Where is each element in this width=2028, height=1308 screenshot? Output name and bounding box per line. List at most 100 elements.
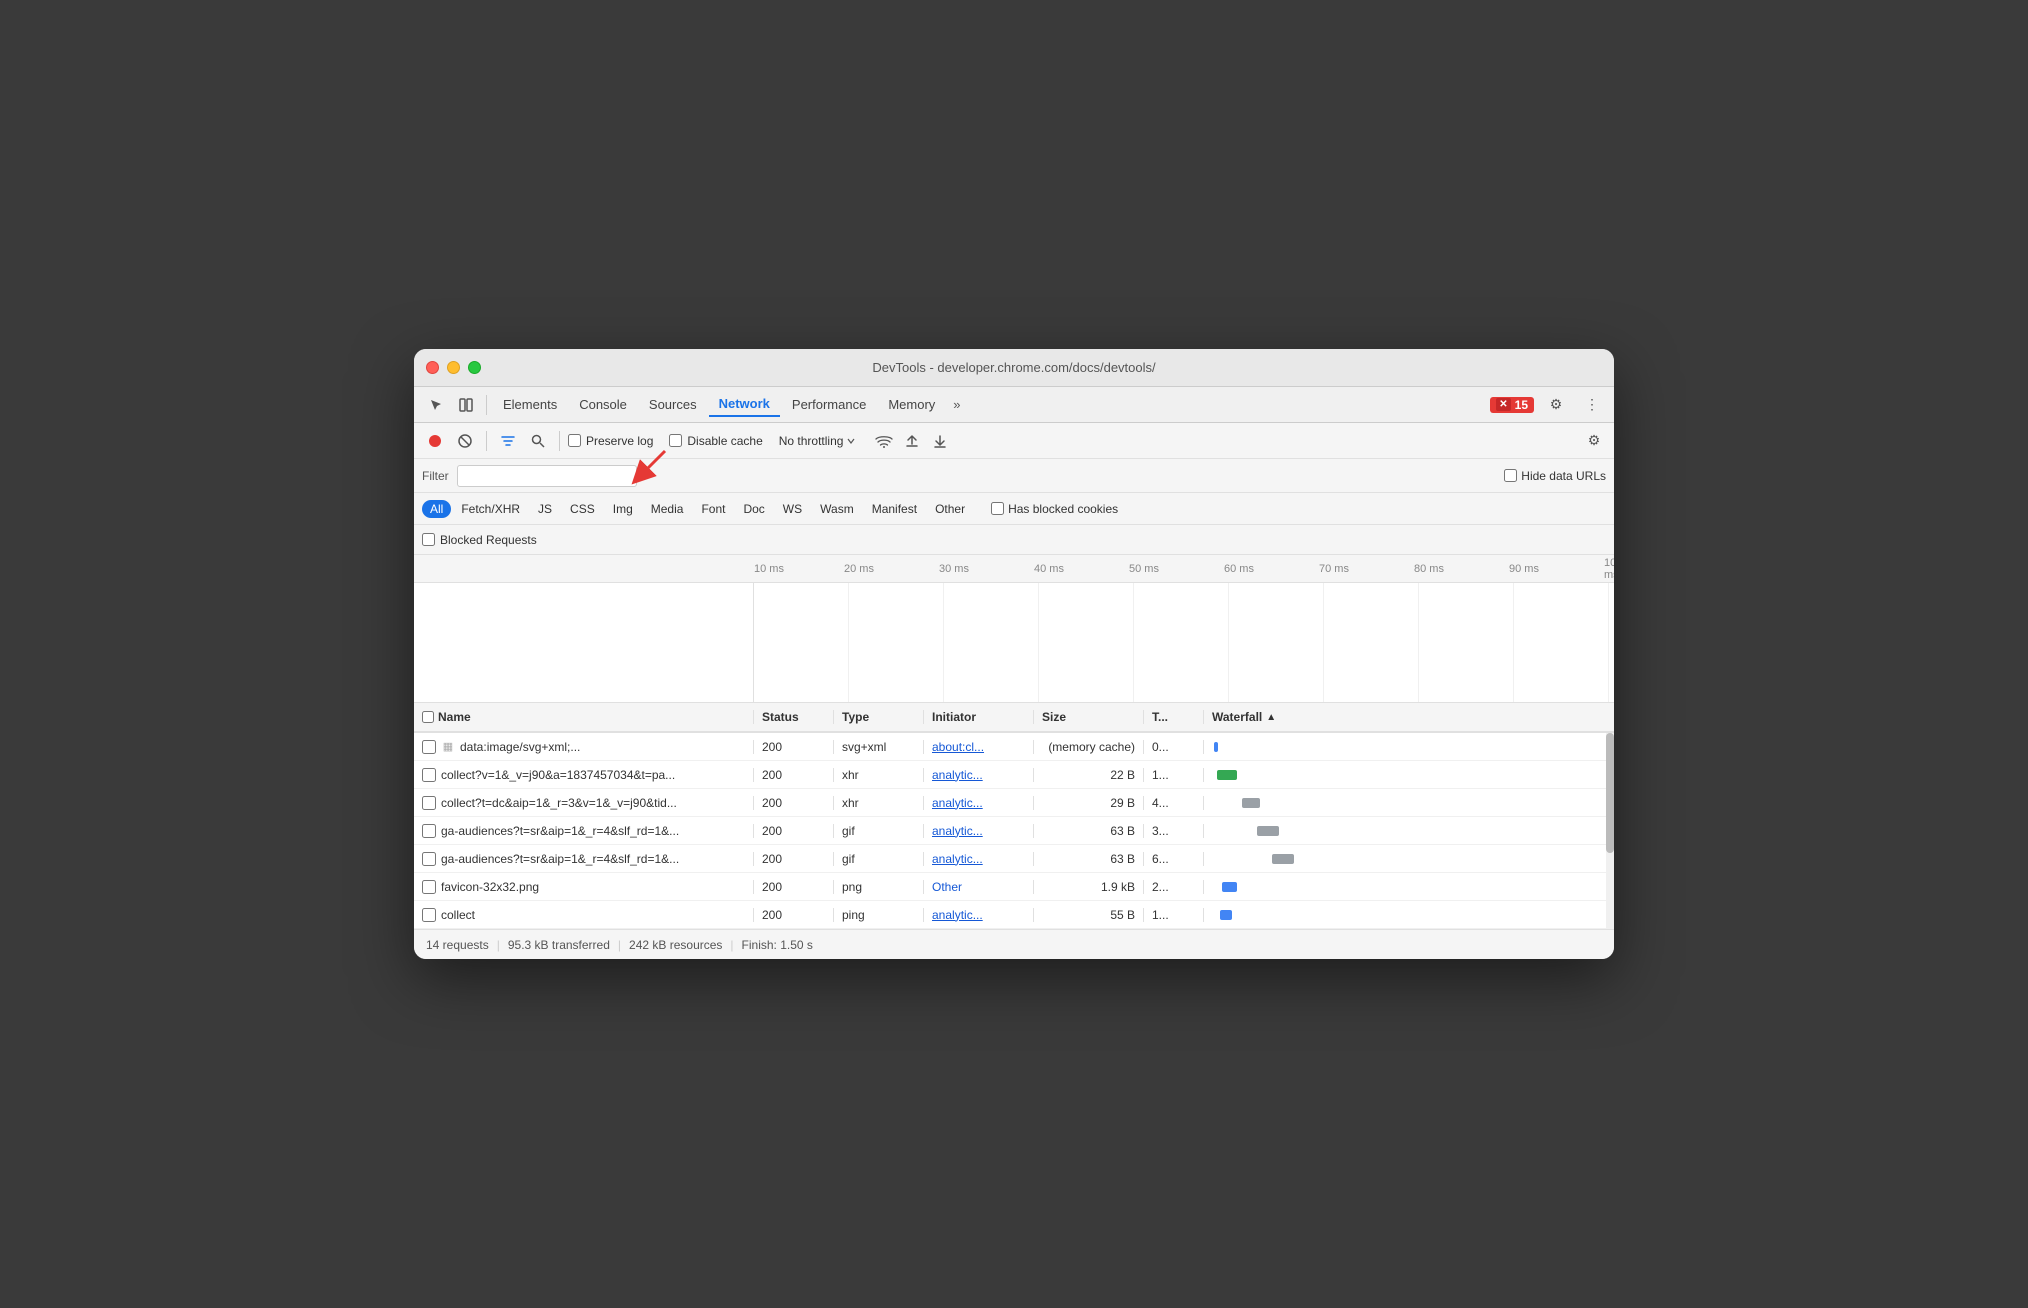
col-header-status[interactable]: Status [754, 710, 834, 724]
cell-size-3: 63 B [1034, 824, 1144, 838]
tick-30ms: 30 ms [939, 563, 969, 575]
hide-data-urls-checkbox[interactable]: Hide data URLs [1504, 469, 1606, 483]
col-header-initiator[interactable]: Initiator [924, 710, 1034, 724]
filter-icon[interactable] [495, 428, 521, 454]
tab-memory[interactable]: Memory [878, 393, 945, 416]
grid-line-8 [1513, 583, 1514, 702]
type-btn-all[interactable]: All [422, 500, 451, 518]
type-btn-media[interactable]: Media [643, 500, 692, 518]
cell-initiator-0[interactable]: about:cl... [924, 740, 1034, 754]
clear-button[interactable] [452, 428, 478, 454]
hide-data-urls-input[interactable] [1504, 469, 1517, 482]
timeline-header: 10 ms 20 ms 30 ms 40 ms 50 ms 60 ms 70 m… [414, 555, 1614, 583]
tick-90ms: 90 ms [1509, 563, 1539, 575]
table-row[interactable]: ga-audiences?t=sr&aip=1&_r=4&slf_rd=1&..… [414, 817, 1614, 845]
more-options-icon[interactable]: ⋮ [1578, 391, 1606, 419]
table-row[interactable]: collect?v=1&_v=j90&a=1837457034&t=pa... … [414, 761, 1614, 789]
row-checkbox-3[interactable] [422, 824, 436, 838]
statusbar: 14 requests | 95.3 kB transferred | 242 … [414, 929, 1614, 959]
cursor-icon[interactable] [422, 391, 450, 419]
row-checkbox-6[interactable] [422, 908, 436, 922]
initiator-link-1[interactable]: analytic... [932, 768, 983, 782]
table-row[interactable]: ▦ data:image/svg+xml;... 200 svg+xml abo… [414, 733, 1614, 761]
cell-initiator-4[interactable]: analytic... [924, 852, 1034, 866]
filter-input-container[interactable] [457, 465, 637, 487]
download-icon[interactable] [928, 429, 952, 453]
row-checkbox-5[interactable] [422, 880, 436, 894]
cell-waterfall-1 [1204, 770, 1614, 780]
statusbar-sep-3: | [730, 938, 733, 952]
cell-size-1: 22 B [1034, 768, 1144, 782]
close-button[interactable] [426, 361, 439, 374]
maximize-button[interactable] [468, 361, 481, 374]
cell-initiator-1[interactable]: analytic... [924, 768, 1034, 782]
table-row[interactable]: favicon-32x32.png 200 png Other 1.9 kB 2… [414, 873, 1614, 901]
select-all-checkbox[interactable] [422, 711, 434, 723]
initiator-link-2[interactable]: analytic... [932, 796, 983, 810]
row-checkbox-4[interactable] [422, 852, 436, 866]
initiator-link-0[interactable]: about:cl... [932, 740, 984, 754]
col-header-size[interactable]: Size [1034, 710, 1144, 724]
type-btn-wasm[interactable]: Wasm [812, 500, 862, 518]
type-btn-css[interactable]: CSS [562, 500, 603, 518]
settings-icon[interactable]: ⚙ [1542, 391, 1570, 419]
row-name-1: collect?v=1&_v=j90&a=1837457034&t=pa... [441, 768, 675, 782]
blocked-requests-bar: Blocked Requests [414, 525, 1614, 555]
type-btn-manifest[interactable]: Manifest [864, 500, 925, 518]
col-header-waterfall[interactable]: Waterfall ▲ [1204, 710, 1614, 724]
initiator-link-3[interactable]: analytic... [932, 824, 983, 838]
scrollbar-thumb[interactable] [1606, 733, 1614, 853]
cell-initiator-3[interactable]: analytic... [924, 824, 1034, 838]
tab-performance[interactable]: Performance [782, 393, 876, 416]
table-row[interactable]: collect 200 ping analytic... 55 B 1... [414, 901, 1614, 929]
cell-initiator-2[interactable]: analytic... [924, 796, 1034, 810]
blocked-requests-input[interactable] [422, 533, 435, 546]
col-header-type[interactable]: Type [834, 710, 924, 724]
col-header-time[interactable]: T... [1144, 710, 1204, 724]
dock-icon[interactable] [452, 391, 480, 419]
has-blocked-cookies-input[interactable] [991, 502, 1004, 515]
type-btn-js[interactable]: JS [530, 500, 560, 518]
upload-icon[interactable] [900, 429, 924, 453]
type-btn-other[interactable]: Other [927, 500, 973, 518]
search-icon[interactable] [525, 428, 551, 454]
row-checkbox-2[interactable] [422, 796, 436, 810]
grid-line-2 [943, 583, 944, 702]
initiator-link-6[interactable]: analytic... [932, 908, 983, 922]
record-button[interactable] [422, 428, 448, 454]
network-settings-icon[interactable]: ⚙ [1582, 429, 1606, 453]
tab-more[interactable]: » [947, 393, 966, 416]
row-checkbox-0[interactable] [422, 740, 436, 754]
tab-sources[interactable]: Sources [639, 393, 707, 416]
scrollbar-area [1606, 733, 1614, 929]
preserve-log-input[interactable] [568, 434, 581, 447]
devtools-tabbar: Elements Console Sources Network Perform… [414, 387, 1614, 423]
throttle-select[interactable]: No throttling [775, 432, 861, 450]
initiator-link-4[interactable]: analytic... [932, 852, 983, 866]
cell-waterfall-5 [1204, 882, 1614, 892]
tab-right: ✕ 15 ⚙ ⋮ [1490, 391, 1606, 419]
table-row[interactable]: collect?t=dc&aip=1&_r=3&v=1&_v=j90&tid..… [414, 789, 1614, 817]
minimize-button[interactable] [447, 361, 460, 374]
type-btn-font[interactable]: Font [693, 500, 733, 518]
type-btn-fetchxhr[interactable]: Fetch/XHR [453, 500, 528, 518]
cell-initiator-6[interactable]: analytic... [924, 908, 1034, 922]
table-row[interactable]: ga-audiences?t=sr&aip=1&_r=4&slf_rd=1&..… [414, 845, 1614, 873]
row-checkbox-1[interactable] [422, 768, 436, 782]
blocked-requests-checkbox[interactable]: Blocked Requests [422, 533, 537, 547]
col-header-name[interactable]: Name [414, 710, 754, 724]
cell-name-1: collect?v=1&_v=j90&a=1837457034&t=pa... [414, 768, 754, 782]
statusbar-sep-1: | [497, 938, 500, 952]
waterfall-bar-2 [1242, 798, 1260, 808]
tab-elements[interactable]: Elements [493, 393, 567, 416]
error-count: 15 [1515, 398, 1528, 412]
cell-type-5: png [834, 880, 924, 894]
cell-size-2: 29 B [1034, 796, 1144, 810]
tab-network[interactable]: Network [709, 392, 780, 417]
wifi-icon[interactable] [872, 429, 896, 453]
has-blocked-cookies-checkbox[interactable]: Has blocked cookies [991, 502, 1118, 516]
type-btn-img[interactable]: Img [605, 500, 641, 518]
type-btn-doc[interactable]: Doc [735, 500, 772, 518]
tab-console[interactable]: Console [569, 393, 637, 416]
type-btn-ws[interactable]: WS [775, 500, 810, 518]
